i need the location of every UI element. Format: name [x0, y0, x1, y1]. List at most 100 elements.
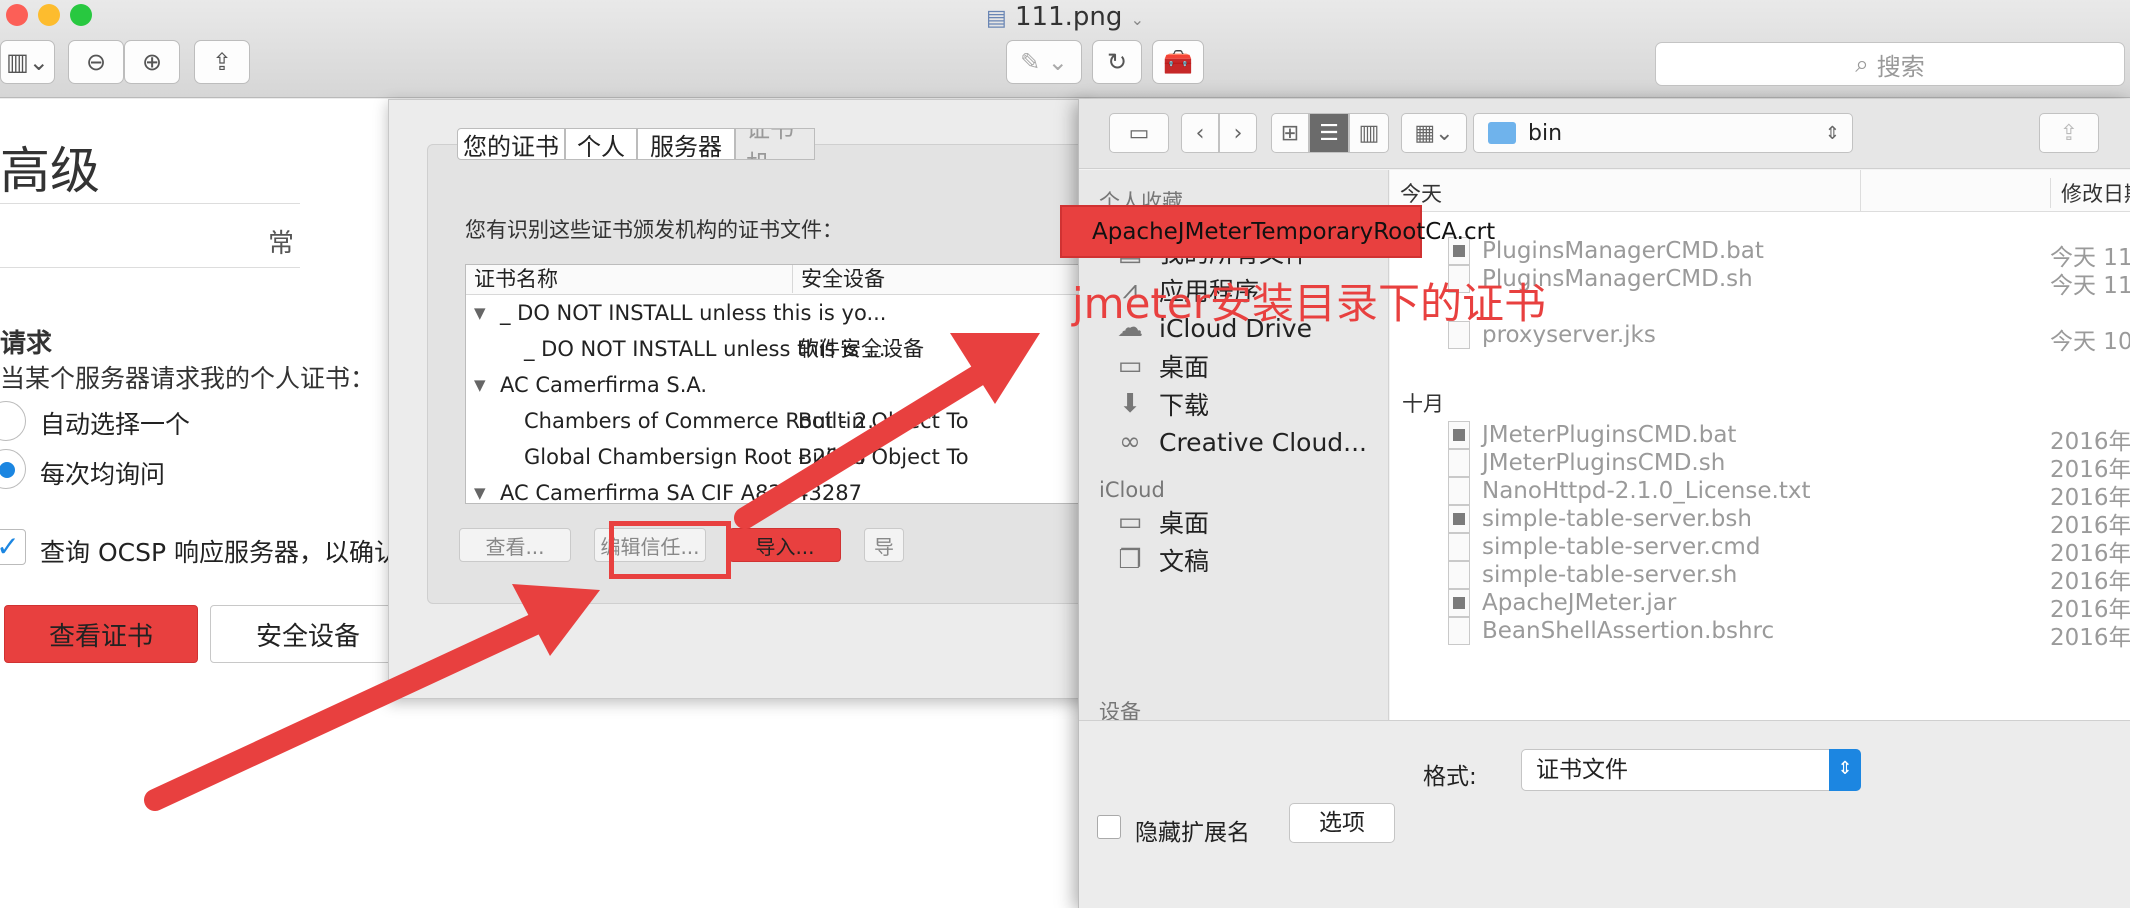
desktop-icon: ▭: [1117, 507, 1143, 537]
column-header-device[interactable]: 安全设备: [792, 265, 885, 293]
updown-arrows-icon: ⇕: [1829, 749, 1861, 791]
security-devices-button[interactable]: 安全设备: [210, 605, 406, 663]
export-button[interactable]: 导: [864, 528, 904, 562]
request-description: 当某个服务器请求我的个人证书：: [0, 364, 376, 393]
list-view-button[interactable]: ☰: [1309, 113, 1349, 153]
cert-description: 您有识别这些证书颁发机构的证书文件：: [465, 218, 843, 242]
radio-dot: [0, 462, 15, 478]
tab-your-certificates[interactable]: 您的证书: [457, 128, 565, 161]
sidebar-item[interactable]: ∞ Creative Cloud...: [1113, 422, 1367, 462]
zoom-out-icon: ⊖: [85, 48, 107, 76]
rotate-button[interactable]: ↻: [1092, 40, 1142, 84]
hide-extension-label: 隐藏扩展名: [1135, 820, 1250, 846]
october-group-header: 十月: [1402, 392, 1444, 416]
options-button[interactable]: 选项: [1289, 803, 1395, 843]
search-input[interactable]: ⌕ 搜索: [1655, 42, 2125, 86]
desktop-icon: ▭: [1117, 351, 1143, 381]
table-row[interactable]: _ DO NOT INSTALL unless this is ... 软件安全设…: [466, 331, 1084, 367]
zoom-in-button[interactable]: ⊕: [124, 40, 180, 84]
certificate-manager-window: 您的证书 个人 服务器 证书机 您有识别这些证书颁发机构的证书文件： 证书名称 …: [388, 99, 1088, 699]
cert-device: 软件安全设备: [798, 337, 924, 361]
checkmark-icon: ✓: [0, 530, 20, 563]
icon-view-button[interactable]: ⊞: [1271, 113, 1309, 153]
document-file-icon: ▤: [985, 6, 1007, 31]
radio-ask-every-time[interactable]: [0, 449, 26, 489]
ocsp-checkbox[interactable]: ✓: [0, 529, 26, 565]
markup-button[interactable]: ✎ ⌄: [1006, 40, 1082, 84]
tab-people[interactable]: 个人: [565, 128, 637, 161]
search-icon: ⌕: [1855, 50, 1869, 78]
tab-servers[interactable]: 服务器: [637, 128, 735, 161]
sidebar-toggle-button[interactable]: ▭: [1109, 113, 1169, 153]
radio-auto-select-label: 自动选择一个: [40, 410, 191, 439]
sidebar-item-label: 桌面: [1159, 353, 1210, 382]
column-header-modified[interactable]: 修改日期: [2050, 178, 2130, 208]
sidebar-toggle-button[interactable]: ▥⌄: [0, 40, 55, 84]
table-row[interactable]: ▼ AC Camerfirma S.A.: [466, 367, 1084, 403]
certificate-table: 证书名称 安全设备 ▼ _ DO NOT INSTALL unless this …: [465, 264, 1085, 504]
format-select[interactable]: 证书文件 ⇕: [1521, 749, 1861, 791]
today-group-header: 今天: [1400, 182, 1442, 206]
sidebar-item[interactable]: ❐ 文稿: [1113, 540, 1209, 580]
radio-auto-select[interactable]: [0, 401, 26, 441]
sidebar-item-label: Creative Cloud...: [1159, 427, 1368, 457]
dialog-bottom-bar: 格式: 证书文件 ⇕ 隐藏扩展名 选项: [1079, 720, 2130, 908]
columns-icon: ▥: [1358, 120, 1380, 146]
view-cert-button[interactable]: 查看...: [459, 528, 571, 562]
sidebar-item[interactable]: ⬇ 下载: [1113, 384, 1209, 424]
arrange-button[interactable]: ▦⌄: [1401, 113, 1467, 153]
grid-icon: ⊞: [1280, 120, 1300, 146]
disclosure-triangle-icon[interactable]: ▼: [474, 295, 486, 331]
dialog-toolbar: ▭ ‹ › ⊞ ☰ ▥ ▦⌄ bin ⇕ ⇪: [1079, 99, 2130, 169]
table-row[interactable]: Chambers of Commerce Root - 2... Builtin …: [466, 403, 1084, 439]
preview-toolbar: ▤ 111.png ⌄ ▥⌄ ⊖ ⊕ ⇪ ✎ ⌄ ↻ 🧰 ⌕ 搜索: [0, 0, 2130, 98]
column-view-button[interactable]: ▥: [1349, 113, 1389, 153]
cert-name: AC Camerfirma SA CIF A82743287: [500, 481, 862, 504]
toolbox-button[interactable]: 🧰: [1152, 40, 1204, 84]
back-button[interactable]: ‹: [1181, 113, 1219, 153]
sidebar-item-label: 文稿: [1159, 547, 1210, 576]
tab-general[interactable]: 常: [268, 223, 294, 260]
table-row[interactable]: Global Chambersign Root - 2008 Builtin Ob…: [466, 439, 1084, 475]
document-title: ▤ 111.png ⌄: [985, 2, 1145, 32]
icloud-header: iCloud: [1099, 478, 1165, 502]
sidebar-item[interactable]: ▭ 桌面: [1113, 346, 1209, 386]
disclosure-triangle-icon[interactable]: ▼: [474, 367, 486, 403]
chevron-right-icon: ›: [1233, 120, 1243, 146]
location-popup[interactable]: bin ⇕: [1473, 113, 1853, 153]
table-row[interactable]: ▼ AC Camerfirma SA CIF A82743287: [466, 475, 1084, 504]
divider: [0, 203, 300, 204]
zoom-in-icon: ⊕: [141, 48, 163, 76]
format-label: 格式:: [1423, 764, 1477, 790]
tab-authorities[interactable]: 证书机: [735, 128, 815, 160]
folder-icon: [1488, 122, 1516, 144]
share-icon: ⇪: [211, 48, 233, 76]
disclosure-triangle-icon[interactable]: ▼: [474, 475, 486, 503]
pen-icon: ✎ ⌄: [1020, 48, 1068, 76]
file-icon: [1448, 617, 1470, 645]
hide-extension-checkbox[interactable]: [1097, 815, 1121, 839]
share-button[interactable]: ⇪: [194, 40, 250, 84]
selected-file-name[interactable]: ApacheJMeterTemporaryRootCA.crt: [1092, 219, 1495, 245]
column-header-name[interactable]: 证书名称: [474, 265, 558, 293]
updown-arrows-icon: ⇕: [1824, 122, 1840, 144]
documents-icon: ❐: [1118, 545, 1142, 575]
import-button[interactable]: 导入...: [729, 528, 841, 562]
table-header: 证书名称 安全设备: [466, 265, 1084, 295]
toolbox-icon: 🧰: [1163, 48, 1193, 76]
import-highlight-box: [609, 521, 731, 579]
view-certificates-button[interactable]: 查看证书: [4, 605, 198, 663]
file-row[interactable]: BeanShellAssertion.bshrc 2016年: [1390, 612, 2130, 651]
share-icon: ⇪: [2059, 120, 2079, 146]
sidebar-item[interactable]: ▭ 桌面: [1113, 502, 1209, 542]
annotation-label: jmeter安装目录下的证书: [1072, 279, 1546, 328]
zoom-out-button[interactable]: ⊖: [68, 40, 124, 84]
share-button[interactable]: ⇪: [2039, 113, 2099, 153]
cert-name: _ DO NOT INSTALL unless this is yo...: [500, 301, 887, 325]
rotate-icon: ↻: [1106, 48, 1128, 76]
chevron-down-icon[interactable]: ⌄: [1131, 10, 1144, 29]
forward-button[interactable]: ›: [1219, 113, 1257, 153]
file-list: 今天 修改日期 PluginsManagerCMD.bat今天 11Plugin…: [1390, 170, 2130, 720]
table-row[interactable]: ▼ _ DO NOT INSTALL unless this is yo...: [466, 295, 1084, 331]
column-divider: [1860, 170, 1861, 212]
